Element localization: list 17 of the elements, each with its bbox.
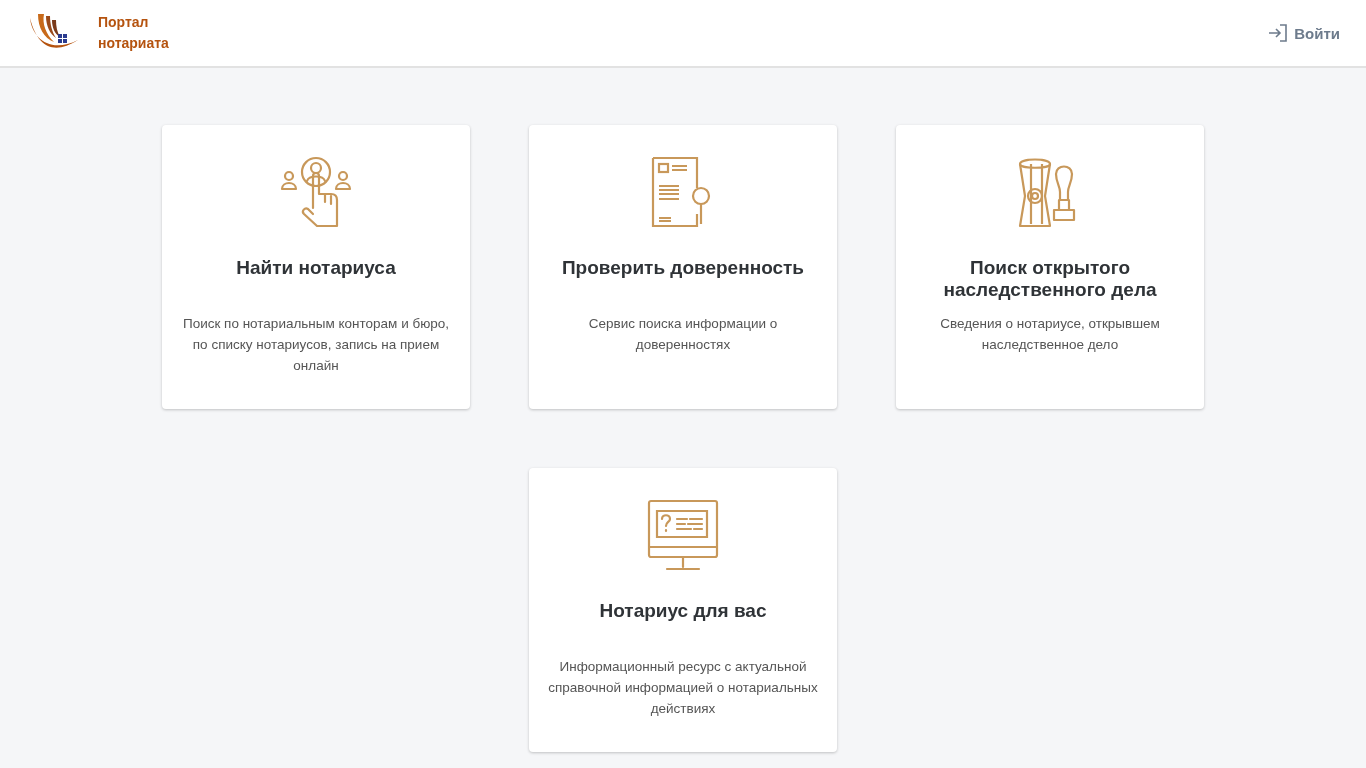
card-title[interactable]: Проверить доверенность bbox=[561, 257, 805, 301]
card-description: Сведения о нотариусе, открывшем наследственное дело bbox=[939, 315, 1161, 354]
monitor-question-icon bbox=[647, 499, 719, 571]
service-card[interactable]: Нотариус для вас Информационный ресурс с актуальной справочной информацией о нотариальных действиях bbox=[529, 468, 837, 752]
card-title[interactable]: Найти нотариуса bbox=[236, 257, 396, 301]
service-card[interactable]: Проверить доверенность Сервис поиска информации о доверенностях bbox=[529, 125, 837, 409]
card-description: Поиск по нотариальным конторам и бюро, по списку нотариусов, запись на прием онлайн bbox=[181, 315, 451, 375]
people-pointing-hand-icon bbox=[280, 156, 352, 228]
login-icon bbox=[1268, 24, 1289, 42]
logo-text: Портал нотариата bbox=[98, 13, 170, 53]
login-link[interactable]: Войти bbox=[1268, 24, 1340, 42]
card-title[interactable]: Поиск открытого наследственного дела bbox=[912, 257, 1188, 301]
service-card[interactable]: Найти нотариуса Поиск по нотариальным конторам и бюро, по списку нотариусов, запись на прием онлайн bbox=[162, 125, 470, 409]
card-description: Сервис поиска информации о доверенностях bbox=[587, 315, 779, 354]
service-card[interactable]: Поиск открытого наследственного дела Сведения о нотариусе, открывшем наследственное дело bbox=[896, 125, 1204, 409]
card-title[interactable]: Нотариус для вас bbox=[599, 600, 767, 644]
card-description: Информационный ресурс с актуальной справочной информацией о нотариальных действиях bbox=[547, 658, 819, 718]
